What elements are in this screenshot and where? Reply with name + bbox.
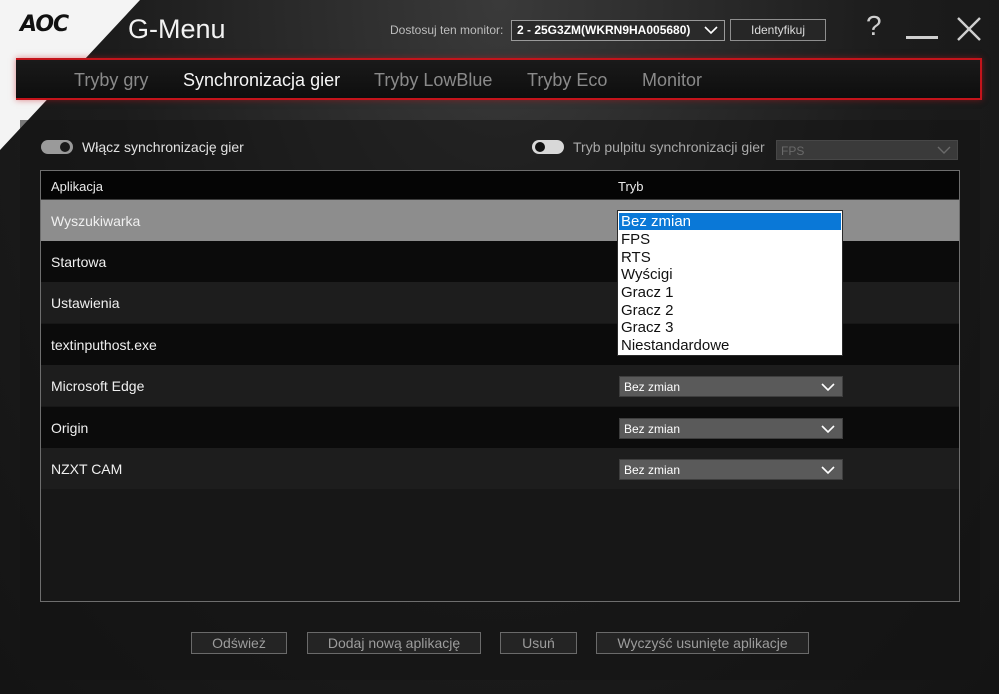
desktop-sync-toggle[interactable]	[532, 140, 564, 154]
desktop-mode-value: FPS	[781, 144, 805, 158]
g-menu-window: AOC G-Menu Dostosuj ten monitor: 2 - 25G…	[0, 0, 999, 694]
monitor-select-value: 2 - 25G3ZM(WKRN9HA005680)	[517, 23, 691, 37]
add-app-button[interactable]: Dodaj nową aplikację	[307, 632, 481, 654]
remove-button[interactable]: Usuń	[500, 632, 577, 654]
minimize-icon[interactable]	[906, 36, 938, 39]
chevron-down-icon	[937, 146, 951, 154]
chevron-down-icon	[704, 26, 718, 35]
row-app-name: NZXT CAM	[51, 461, 123, 477]
chevron-down-icon	[821, 383, 835, 392]
toggle-knob	[535, 142, 545, 152]
row-mode-value: Bez zmian	[624, 463, 681, 477]
dropdown-option[interactable]: Gracz 2	[619, 302, 841, 319]
aoc-logo: AOC	[20, 12, 69, 37]
dropdown-option[interactable]: Bez zmian	[619, 213, 841, 230]
row-app-name: Ustawienia	[51, 295, 120, 311]
tab-game-modes[interactable]: Tryby gry	[74, 70, 148, 91]
sync-toggle[interactable]	[41, 140, 73, 154]
toggle-knob	[60, 142, 70, 152]
tab-bar: Tryby gry Synchronizacja gier Tryby LowB…	[16, 58, 982, 100]
desktop-sync-label: Tryb pulpitu synchronizacji gier	[573, 139, 765, 155]
row-app-name: Wyszukiwarka	[51, 213, 141, 229]
sync-toggle-label: Włącz synchronizację gier	[82, 139, 244, 155]
row-app-name: Microsoft Edge	[51, 378, 145, 394]
table-row[interactable]: Origin Bez zmian	[41, 407, 959, 448]
row-mode-value: Bez zmian	[624, 380, 681, 394]
dropdown-option[interactable]: Gracz 3	[619, 319, 841, 336]
dropdown-option[interactable]: Niestandardowe	[619, 337, 841, 354]
row-app-name: Startowa	[51, 254, 107, 270]
desktop-mode-select[interactable]: FPS	[776, 140, 958, 160]
dropdown-option[interactable]: Wyścigi	[619, 266, 841, 283]
row-app-name: textinputhost.exe	[51, 337, 157, 353]
row-app-name: Origin	[51, 420, 89, 436]
header-mode: Tryb	[618, 179, 644, 194]
refresh-button[interactable]: Odśwież	[191, 632, 287, 654]
row-mode-select[interactable]: Bez zmian	[619, 418, 843, 439]
mode-dropdown-list: Bez zmian FPS RTS Wyścigi Gracz 1 Gracz …	[617, 210, 843, 356]
row-mode-select[interactable]: Bez zmian	[619, 459, 843, 480]
help-icon[interactable]: ?	[866, 10, 882, 42]
table-row[interactable]: NZXT CAM Bez zmian	[41, 448, 959, 489]
table-header: Aplikacja Tryb	[41, 171, 959, 200]
monitor-select[interactable]: 2 - 25G3ZM(WKRN9HA005680)	[511, 20, 725, 41]
dropdown-option[interactable]: RTS	[619, 249, 841, 266]
chevron-down-icon	[821, 425, 835, 434]
tab-monitor[interactable]: Monitor	[642, 70, 702, 91]
tab-lowblue-modes[interactable]: Tryby LowBlue	[374, 70, 492, 91]
dropdown-option[interactable]: Gracz 1	[619, 284, 841, 301]
table-row[interactable]: Microsoft Edge Bez zmian	[41, 365, 959, 406]
header-app: Aplikacja	[51, 179, 104, 194]
identify-button[interactable]: Identyfikuj	[730, 19, 826, 41]
monitor-label: Dostosuj ten monitor:	[390, 23, 504, 37]
clear-removed-button[interactable]: Wyczyść usunięte aplikacje	[596, 632, 809, 654]
tab-eco-modes[interactable]: Tryby Eco	[527, 70, 607, 91]
row-mode-value: Bez zmian	[624, 422, 681, 436]
chevron-down-icon	[821, 466, 835, 475]
close-icon[interactable]	[956, 16, 982, 42]
row-mode-select[interactable]: Bez zmian	[619, 376, 843, 397]
dropdown-option[interactable]: FPS	[619, 231, 841, 248]
app-title: G-Menu	[128, 14, 226, 44]
tab-game-sync[interactable]: Synchronizacja gier	[183, 70, 340, 91]
